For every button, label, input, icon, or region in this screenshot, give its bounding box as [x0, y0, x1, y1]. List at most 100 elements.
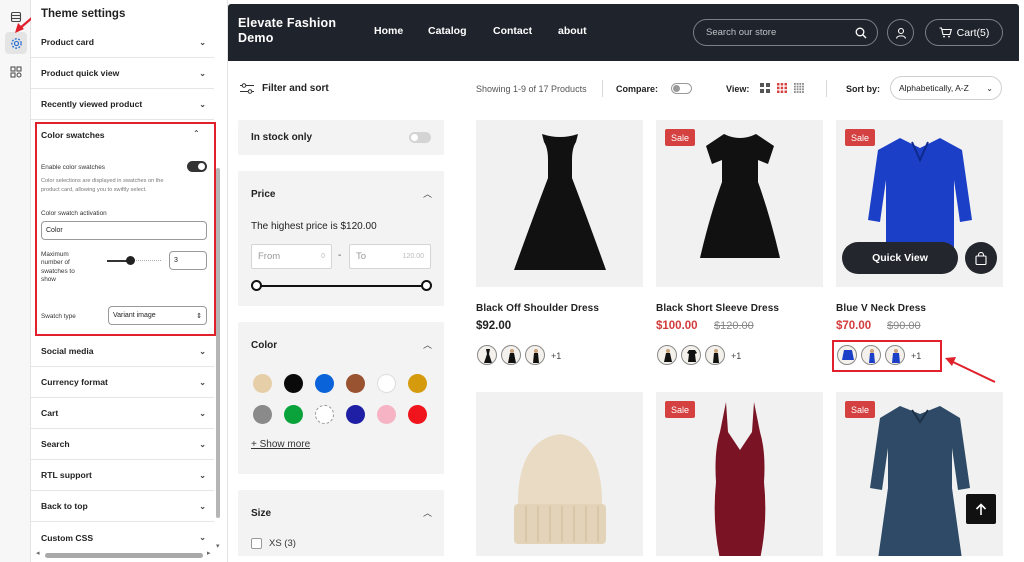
panel-scrollbar[interactable] [216, 168, 220, 518]
variant-thumbnail[interactable] [501, 345, 521, 365]
chevron-down-icon: ⌄ [199, 37, 206, 47]
filter-and-sort-heading[interactable]: Filter and sort [240, 83, 329, 94]
theme-settings-gear-icon[interactable] [5, 32, 27, 54]
scroll-down-icon[interactable]: ▾ [216, 542, 220, 550]
compare-toggle[interactable] [671, 83, 692, 94]
nav-catalog[interactable]: Catalog [428, 25, 467, 37]
beige-beanie-image [514, 434, 606, 544]
variant-thumbnail[interactable] [657, 345, 677, 365]
product-name[interactable]: Black Short Sleeve Dress [656, 303, 779, 314]
color-swatch[interactable] [408, 374, 427, 393]
swatches-note-1: Color selections are displayed in swatch… [41, 178, 164, 184]
product-image-denim-dress[interactable]: Sale [836, 392, 1003, 556]
scroll-left-icon[interactable]: ◂ [36, 549, 40, 557]
size-filter-title[interactable]: Size [251, 508, 271, 519]
section-product-quick-view[interactable]: Product quick view ⌄ [31, 58, 214, 89]
product-name[interactable]: Blue V Neck Dress [836, 303, 926, 314]
product-old-price: $120.00 [714, 320, 754, 332]
sale-badge: Sale [665, 129, 696, 146]
search-icon[interactable] [855, 27, 867, 39]
account-button[interactable] [887, 19, 914, 46]
sort-by-label: Sort by: [846, 84, 881, 94]
back-to-top-button[interactable] [966, 494, 996, 524]
chevron-down-icon: ⌄ [199, 68, 206, 78]
quick-view-button[interactable]: Quick View [842, 242, 958, 274]
compare-label: Compare: [616, 84, 659, 94]
arrow-up-icon [975, 502, 987, 515]
apps-icon[interactable] [5, 61, 27, 83]
section-recently-viewed[interactable]: Recently viewed product ⌄ [31, 89, 214, 120]
more-variants-count[interactable]: +1 [731, 351, 741, 361]
more-variants-count[interactable]: +1 [551, 351, 561, 361]
store-logo[interactable]: Elevate Fashion Demo [238, 16, 368, 46]
chevron-up-icon[interactable]: ︿ [423, 338, 432, 351]
grid-2-view-icon[interactable] [760, 83, 770, 93]
color-swatches-title[interactable]: Color swatches [41, 130, 105, 140]
user-icon [895, 27, 906, 39]
section-cart[interactable]: Cart ⌄ [31, 398, 214, 429]
add-to-cart-bag-button[interactable] [965, 242, 997, 274]
chevron-up-icon[interactable]: ⌃ [193, 129, 200, 138]
color-swatch[interactable] [315, 374, 334, 393]
variant-thumbnail[interactable] [477, 345, 497, 365]
panel-horizontal-scrollbar[interactable] [45, 553, 203, 558]
product-image-black-short-sleeve[interactable]: Sale [656, 120, 823, 287]
color-swatch[interactable] [253, 374, 272, 393]
price-range-min-handle[interactable] [251, 280, 262, 291]
section-rtl-support[interactable]: RTL support ⌄ [31, 460, 214, 491]
color-swatch[interactable] [346, 374, 365, 393]
max-swatches-slider-track [133, 260, 161, 262]
section-currency-format[interactable]: Currency format ⌄ [31, 367, 214, 398]
show-more-colors-link[interactable]: + Show more [251, 439, 310, 450]
size-xs-checkbox[interactable] [251, 538, 262, 549]
color-swatch[interactable] [284, 405, 303, 424]
product-image-red-dress[interactable]: Sale [656, 392, 823, 556]
price-range-dash: - [338, 250, 342, 261]
price-filter-title[interactable]: Price [251, 189, 275, 200]
product-image-beanie[interactable] [476, 392, 643, 556]
activation-input[interactable]: Color [41, 221, 207, 240]
product-name[interactable]: Black Off Shoulder Dress [476, 303, 599, 314]
max-swatches-input[interactable]: 3 [169, 251, 207, 270]
in-stock-toggle[interactable] [409, 132, 431, 143]
section-custom-css[interactable]: Custom CSS ⌄ [31, 522, 214, 553]
swatch-type-label: Swatch type [41, 313, 76, 320]
sort-by-select[interactable]: Alphabetically, A-Z ⌄ [890, 76, 1002, 100]
variant-thumbnail[interactable] [681, 345, 701, 365]
color-swatch[interactable] [377, 405, 396, 424]
cart-button[interactable]: Cart(5) [925, 19, 1003, 46]
cart-icon [939, 27, 952, 38]
color-swatch[interactable] [377, 374, 396, 393]
color-swatch[interactable] [284, 374, 303, 393]
scroll-right-icon[interactable]: ▸ [207, 549, 211, 557]
price-from-input[interactable]: From 0 [251, 244, 332, 269]
chevron-up-icon[interactable]: ︿ [423, 506, 432, 519]
grid-4-view-icon[interactable] [794, 83, 804, 93]
chevron-up-icon[interactable]: ︿ [423, 187, 432, 200]
chevron-down-icon: ⌄ [199, 533, 206, 542]
variant-thumbnail[interactable] [705, 345, 725, 365]
chevron-down-icon: ⌄ [199, 501, 206, 511]
color-swatch[interactable] [253, 405, 272, 424]
section-product-card[interactable]: Product card ⌄ [31, 27, 214, 58]
price-to-input[interactable]: To 120.00 [349, 244, 431, 269]
store-search-input[interactable]: Search our store [693, 19, 878, 46]
color-swatch[interactable] [346, 405, 365, 424]
section-back-to-top[interactable]: Back to top ⌄ [31, 491, 214, 522]
color-filter-title[interactable]: Color [251, 340, 277, 351]
chevron-down-icon: ⌄ [199, 377, 206, 387]
product-image-black-off-shoulder[interactable] [476, 120, 643, 287]
price-range-max-handle[interactable] [421, 280, 432, 291]
nav-home[interactable]: Home [374, 25, 403, 37]
max-swatches-slider-handle[interactable] [126, 256, 135, 265]
section-social-media[interactable]: Social media ⌄ [31, 336, 214, 367]
color-swatch[interactable] [315, 405, 334, 424]
variant-thumbnail[interactable] [525, 345, 545, 365]
nav-about[interactable]: about [558, 25, 587, 37]
section-search[interactable]: Search ⌄ [31, 429, 214, 460]
nav-contact[interactable]: Contact [493, 25, 532, 37]
enable-swatches-toggle[interactable] [187, 161, 207, 172]
color-swatch[interactable] [408, 405, 427, 424]
grid-3-view-icon[interactable] [777, 83, 787, 93]
swatch-type-select[interactable]: Variant image ⇕ [108, 306, 207, 325]
